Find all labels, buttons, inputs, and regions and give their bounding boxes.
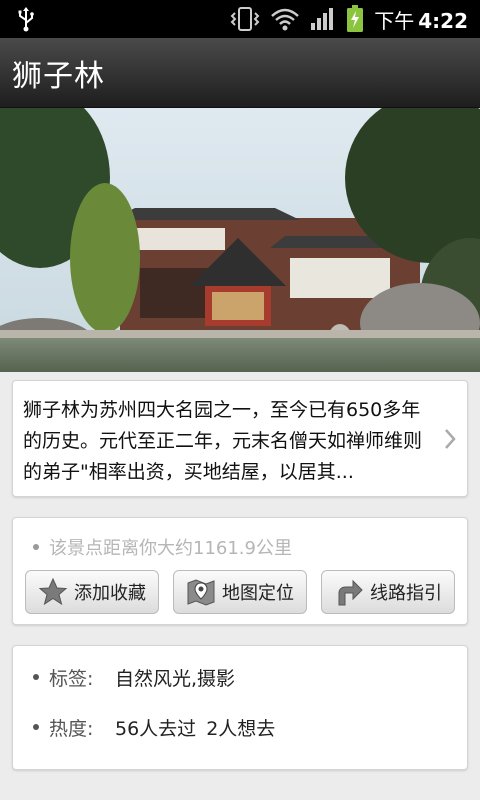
bullet-icon bbox=[33, 674, 39, 680]
distance-text: 该景点距离你大约1161.9公里 bbox=[49, 538, 292, 559]
map-pin-icon bbox=[187, 579, 215, 606]
battery-charging-icon bbox=[347, 5, 364, 32]
bullet-icon bbox=[33, 544, 39, 550]
usb-icon bbox=[18, 7, 34, 32]
tags-value: 自然风光,摄影 bbox=[115, 667, 236, 690]
distance-row: 该景点距离你大约1161.9公里 bbox=[33, 534, 292, 560]
status-time: 4:22 bbox=[418, 8, 468, 33]
description-card[interactable]: 狮子林为苏州四大名园之一，至今已有650多年的历史。元代至正二年，元末名僧天如禅… bbox=[12, 380, 468, 497]
wifi-icon bbox=[271, 8, 300, 31]
want-count: 2人想去 bbox=[206, 717, 276, 740]
action-buttons: 添加收藏 地图定位 线路指引 bbox=[25, 570, 455, 614]
map-location-button[interactable]: 地图定位 bbox=[173, 570, 307, 614]
route-guide-button[interactable]: 线路指引 bbox=[321, 570, 455, 614]
tags-label: 标签: bbox=[49, 667, 94, 690]
description-text: 狮子林为苏州四大名园之一，至今已有650多年的历史。元代至正二年，元末名僧天如禅… bbox=[23, 399, 423, 483]
chevron-right-icon bbox=[445, 429, 456, 449]
add-favorite-label: 添加收藏 bbox=[74, 583, 146, 604]
status-clock: 下午 4:22 bbox=[374, 5, 468, 34]
add-favorite-button[interactable]: 添加收藏 bbox=[25, 570, 159, 614]
visited-count: 56人去过 bbox=[115, 717, 197, 740]
tags-row: 标签: 自然风光,摄影 bbox=[33, 660, 235, 694]
bullet-icon bbox=[33, 724, 39, 730]
actions-card: 该景点距离你大约1161.9公里 添加收藏 地图定位 线路指引 bbox=[12, 517, 468, 625]
info-card: 标签: 自然风光,摄影 热度: 56人去过 2人想去 bbox=[12, 645, 468, 770]
heat-label: 热度: bbox=[49, 717, 94, 740]
vibrate-icon bbox=[230, 7, 260, 31]
hero-photo[interactable] bbox=[0, 108, 480, 372]
status-bar: 下午 4:22 bbox=[0, 0, 480, 38]
map-location-label: 地图定位 bbox=[222, 583, 294, 604]
page-title: 狮子林 bbox=[12, 58, 105, 94]
route-arrow-icon bbox=[338, 579, 363, 606]
route-guide-label: 线路指引 bbox=[370, 583, 442, 604]
title-bar: 狮子林 bbox=[0, 38, 480, 108]
heat-row: 热度: 56人去过 2人想去 bbox=[33, 710, 275, 744]
status-ampm: 下午 bbox=[374, 8, 415, 33]
signal-icon bbox=[311, 8, 334, 30]
star-icon bbox=[38, 577, 68, 606]
